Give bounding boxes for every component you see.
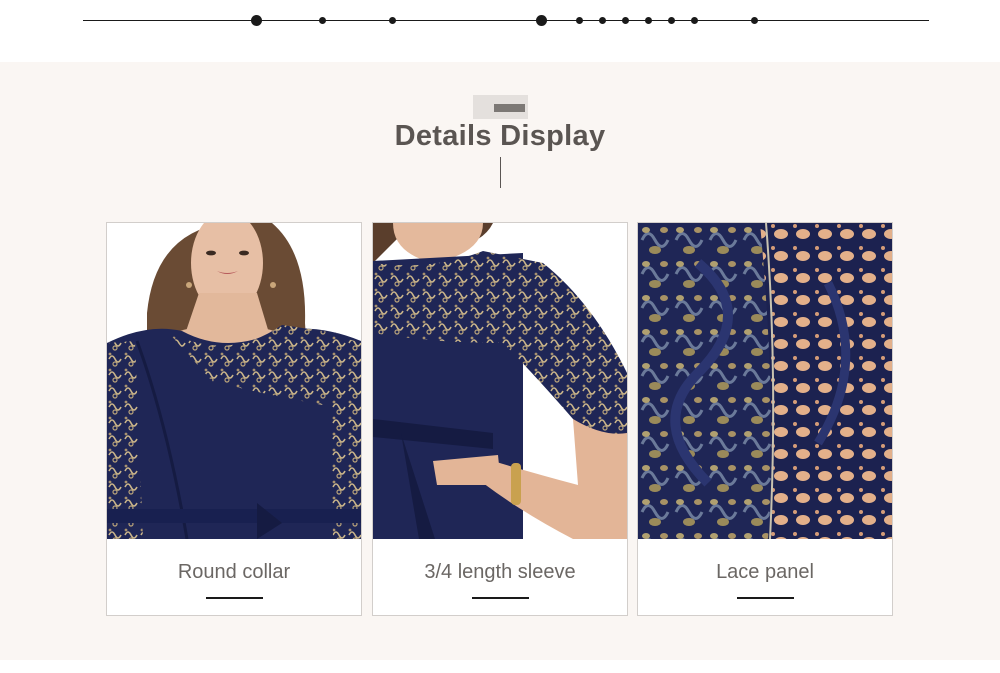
timeline-dot: [389, 17, 396, 24]
lace-panel-photo: [638, 223, 892, 539]
timeline-dot: [599, 17, 606, 24]
card-underline: [737, 597, 794, 599]
title-badge: [473, 95, 528, 119]
card-underline: [206, 597, 263, 599]
timeline-dot: [251, 15, 262, 26]
detail-card-sleeve[interactable]: 3/4 length sleeve: [372, 222, 628, 616]
timeline-dot: [319, 17, 326, 24]
card-label: 3/4 length sleeve: [424, 561, 576, 583]
timeline-dot: [668, 17, 675, 24]
timeline-dot: [576, 17, 583, 24]
title-badge-bar: [494, 104, 525, 112]
timeline-dot: [536, 15, 547, 26]
top-timeline: [0, 0, 1000, 62]
sleeve-photo: [373, 223, 627, 539]
section-title: Details Display: [394, 120, 606, 152]
round-collar-photo: [107, 223, 361, 539]
timeline-dot: [691, 17, 698, 24]
card-label: Lace panel: [716, 561, 814, 583]
title-divider: [500, 157, 501, 188]
detail-card-round-collar[interactable]: Round collar: [106, 222, 362, 616]
timeline-dot: [645, 17, 652, 24]
detail-card-lace-panel[interactable]: Lace panel: [637, 222, 893, 616]
timeline-line: [83, 20, 929, 21]
card-label: Round collar: [177, 561, 291, 583]
timeline-dot: [622, 17, 629, 24]
details-section: Details Display Round collar 3/4 length …: [0, 62, 1000, 660]
timeline-dot: [751, 17, 758, 24]
card-underline: [472, 597, 529, 599]
bottom-strip: [0, 660, 1000, 673]
